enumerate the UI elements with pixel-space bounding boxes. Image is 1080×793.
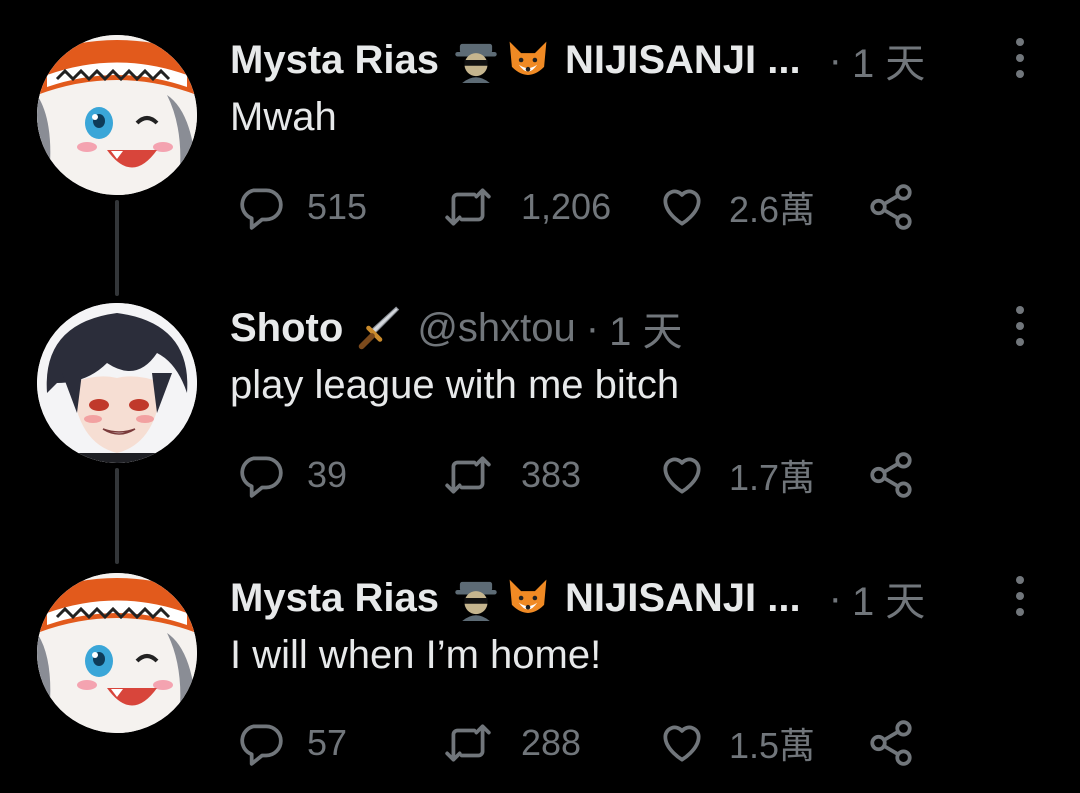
share-button[interactable] — [866, 450, 916, 500]
like-count: 1.7萬 — [729, 457, 816, 498]
reply-button[interactable]: 39 — [235, 450, 347, 500]
share-icon — [870, 452, 912, 498]
timestamp[interactable]: 1 天 — [852, 31, 925, 89]
tweet-header: Mysta Rias NIJISANJI ... · 1 天 — [230, 35, 925, 87]
avatar[interactable] — [37, 303, 197, 463]
retweet-icon — [445, 724, 491, 762]
author-org[interactable]: NIJISANJI ... — [565, 38, 801, 83]
retweet-count: 383 — [521, 454, 582, 495]
retweet-icon — [445, 188, 491, 226]
like-button[interactable]: 2.6萬 — [657, 182, 815, 232]
share-icon — [870, 720, 912, 766]
heart-icon — [663, 189, 701, 226]
tweet-text: Mwah — [230, 95, 337, 139]
timestamp[interactable]: 1 天 — [609, 299, 682, 357]
reply-button[interactable]: 515 — [235, 182, 367, 232]
retweet-button[interactable]: 288 — [443, 718, 581, 768]
tweet[interactable]: Mysta Rias NIJISANJI ... · 1 天 Mwah 515 … — [0, 0, 1080, 260]
retweet-count: 1,206 — [521, 186, 612, 227]
reply-icon — [240, 724, 283, 766]
heart-icon — [663, 725, 701, 762]
retweet-button[interactable]: 1,206 — [443, 182, 611, 232]
author-org[interactable]: NIJISANJI ... — [565, 576, 801, 621]
detective-emoji-icon — [453, 575, 499, 621]
separator-dot: · — [585, 305, 600, 350]
dagger-emoji-icon — [357, 305, 403, 351]
more-options-icon[interactable] — [1008, 38, 1032, 78]
tweet-header: Shoto @shxtou · 1 天 — [230, 303, 682, 355]
tweet-header: Mysta Rias NIJISANJI ... · 1 天 — [230, 573, 925, 625]
more-options-icon[interactable] — [1008, 306, 1032, 346]
author-name[interactable]: Mysta Rias — [230, 576, 439, 621]
author-name[interactable]: Shoto — [230, 306, 343, 351]
like-button[interactable]: 1.7萬 — [657, 450, 815, 500]
retweet-button[interactable]: 383 — [443, 450, 581, 500]
author-name[interactable]: Mysta Rias — [230, 38, 439, 83]
author-handle[interactable]: @shxtou — [417, 306, 575, 351]
tweet[interactable]: Shoto @shxtou · 1 天 play league with me … — [0, 268, 1080, 528]
avatar[interactable] — [37, 573, 197, 733]
retweet-count: 288 — [521, 722, 582, 763]
tweet-actions: 515 1,206 2.6萬 — [0, 182, 1080, 232]
reply-icon — [240, 456, 283, 498]
separator-dot: · — [828, 37, 842, 82]
detective-emoji-icon — [453, 37, 499, 83]
timestamp[interactable]: 1 天 — [852, 569, 925, 627]
retweet-icon — [445, 456, 491, 494]
tweet-actions: 57 288 1.5萬 — [0, 718, 1080, 768]
tweet-text: I will when I’m home! — [230, 633, 602, 677]
share-icon — [870, 184, 912, 230]
like-count: 1.5萬 — [729, 725, 816, 766]
fox-emoji-icon — [505, 575, 551, 621]
reply-count: 39 — [307, 454, 348, 495]
reply-count: 515 — [307, 186, 368, 227]
like-button[interactable]: 1.5萬 — [657, 718, 815, 768]
tweet-text: play league with me bitch — [230, 363, 680, 407]
avatar[interactable] — [37, 35, 197, 195]
more-options-icon[interactable] — [1008, 576, 1032, 616]
share-button[interactable] — [866, 718, 916, 768]
reply-button[interactable]: 57 — [235, 718, 347, 768]
tweet-actions: 39 383 1.7萬 — [0, 450, 1080, 500]
share-button[interactable] — [866, 182, 916, 232]
fox-emoji-icon — [505, 37, 551, 83]
reply-icon — [240, 188, 283, 230]
tweet[interactable]: Mysta Rias NIJISANJI ... · 1 天 I will wh… — [0, 538, 1080, 793]
separator-dot: · — [828, 575, 842, 620]
like-count: 2.6萬 — [729, 189, 816, 230]
heart-icon — [663, 457, 701, 494]
reply-count: 57 — [307, 722, 348, 763]
